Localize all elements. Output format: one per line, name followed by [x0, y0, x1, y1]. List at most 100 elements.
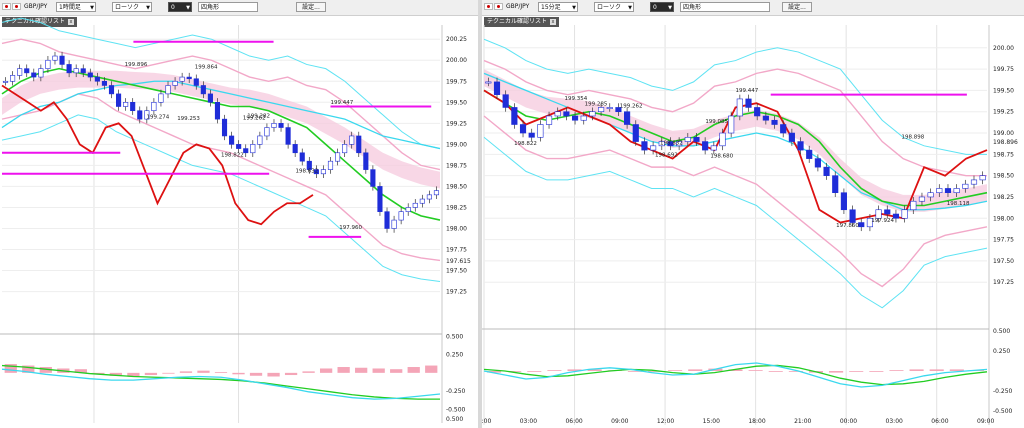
- candle: [962, 183, 969, 189]
- settings-button[interactable]: 設定...: [296, 2, 326, 12]
- price-annotation: 199.262: [620, 104, 643, 110]
- candle: [918, 196, 926, 202]
- candle: [910, 200, 917, 211]
- candle: [419, 198, 425, 204]
- price-tick-label: 198.75: [993, 151, 1014, 158]
- candle: [299, 152, 305, 162]
- candle: [264, 127, 270, 137]
- time-tick-label: 09:00: [611, 418, 628, 425]
- time-tick-label: 00:00: [482, 418, 491, 425]
- candle: [278, 123, 284, 128]
- timeframe-select[interactable]: 15分足 ▼: [538, 2, 578, 12]
- price-annotation: 198.832: [660, 140, 683, 146]
- japan-flag-icon: [12, 3, 21, 10]
- candle: [327, 160, 334, 170]
- candle: [728, 115, 735, 134]
- candle: [285, 127, 291, 145]
- macd-histogram-bar: [319, 368, 333, 373]
- candle: [377, 186, 383, 212]
- macd-histogram-bar: [688, 369, 703, 371]
- candle: [554, 111, 561, 117]
- oscillator-tick-label: -0.250: [993, 388, 1013, 395]
- macd-histogram-bar: [197, 370, 210, 373]
- candle: [116, 93, 122, 107]
- shape-select[interactable]: 四角形: [680, 2, 770, 12]
- pair-label[interactable]: GBP/JPY: [504, 2, 536, 12]
- time-tick-label: 03:00: [886, 418, 903, 425]
- macd-histogram-bar: [929, 369, 944, 371]
- chart-type-select[interactable]: ローソク ▼: [112, 2, 152, 12]
- candle: [236, 144, 242, 149]
- candle: [221, 118, 228, 137]
- price-tick-label: 198.50: [446, 183, 467, 190]
- candle: [684, 136, 691, 142]
- settings-button[interactable]: 設定...: [782, 2, 812, 12]
- candle: [179, 76, 185, 82]
- price-annotation: 199.274: [147, 114, 170, 120]
- candle: [693, 136, 700, 142]
- candle: [832, 175, 839, 194]
- candle: [45, 59, 51, 69]
- candle: [137, 110, 143, 120]
- chevron-down-icon: ▼: [628, 5, 632, 11]
- price-annotation: 198.822: [514, 141, 537, 147]
- candle: [38, 68, 44, 78]
- candle: [73, 68, 79, 74]
- candle: [702, 141, 709, 151]
- time-tick-label: 18:00: [748, 418, 765, 425]
- price-annotation: 198.692: [655, 152, 678, 158]
- price-tick-label: 199.00: [446, 141, 467, 148]
- time-tick-label: 06:00: [565, 418, 582, 425]
- right-chart[interactable]: 200.00 199.75 199.50 199.25 199.00 198.75 198.…: [482, 15, 1024, 428]
- candle: [970, 179, 978, 185]
- price-tick-label: 198.50: [993, 173, 1014, 180]
- price-annotation: 199.285: [585, 102, 608, 108]
- candle: [537, 124, 544, 138]
- number-select[interactable]: 0 ▼: [168, 2, 192, 12]
- macd-histogram-bar: [547, 370, 562, 371]
- candle: [335, 152, 341, 162]
- candle: [356, 135, 362, 154]
- price-annotation: 198.680: [710, 153, 733, 159]
- candle: [66, 64, 72, 74]
- chevron-down-icon: ▼: [668, 5, 672, 11]
- oscillator-tick-label: -0.500: [446, 406, 466, 413]
- candle: [186, 76, 192, 80]
- left-chart[interactable]: 200.25 200.00 199.75 199.50 199.25 199.00 198.…: [0, 15, 478, 428]
- uk-flag-icon: [484, 3, 493, 10]
- chevron-down-icon: ▼: [572, 5, 576, 11]
- candle: [719, 132, 726, 147]
- timeframe-select[interactable]: 1時間足 ▼: [56, 2, 96, 12]
- oscillator-tick-label: 0.250: [446, 352, 463, 359]
- macd-histogram-bar: [372, 368, 385, 373]
- chart-type-select[interactable]: ローソク ▼: [594, 2, 634, 12]
- price-annotation: 197.860: [836, 223, 859, 229]
- time-tick-label: 06:00: [931, 418, 948, 425]
- price-annotation: 197.960: [339, 225, 362, 231]
- candle: [519, 124, 527, 134]
- candle: [710, 145, 717, 151]
- price-tick-label: 198.00: [446, 225, 467, 232]
- candle: [229, 135, 235, 145]
- candle: [624, 111, 631, 125]
- candle: [10, 75, 16, 82]
- oscillator-tick-label: -0.250: [446, 388, 466, 395]
- macd-histogram-bar: [829, 371, 844, 373]
- time-tick-label: 12:00: [657, 418, 674, 425]
- candle: [571, 115, 579, 121]
- number-select[interactable]: 0 ▼: [650, 2, 674, 12]
- price-extra-label: 197.615: [446, 258, 471, 265]
- candle: [823, 166, 830, 176]
- shape-select[interactable]: 四角形: [198, 2, 258, 12]
- candle: [405, 207, 411, 212]
- price-tick-label: 197.50: [446, 268, 467, 275]
- pair-label[interactable]: GBP/JPY: [22, 2, 54, 12]
- time-tick-label: 00:00: [840, 418, 857, 425]
- price-tick-label: 199.25: [993, 109, 1014, 116]
- macd-histogram-bar: [527, 371, 542, 372]
- price-tick-label: 200.00: [446, 57, 467, 64]
- macd-histogram-bar: [425, 365, 438, 373]
- candle: [944, 188, 952, 194]
- oscillator-tick-label: 0.500: [993, 328, 1010, 335]
- macd-histogram-bar: [337, 367, 350, 373]
